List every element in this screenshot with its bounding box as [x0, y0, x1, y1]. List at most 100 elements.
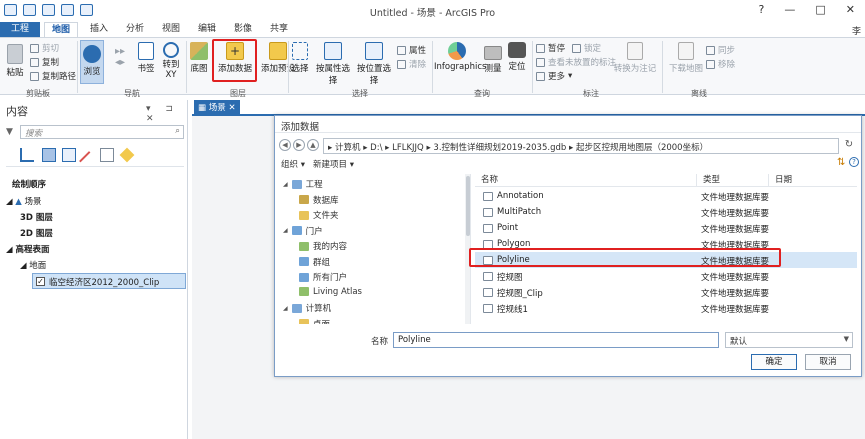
copy-button[interactable]: 复制: [30, 56, 59, 68]
download-map-button[interactable]: 下载地图: [666, 42, 706, 74]
convert-annotation-button[interactable]: 转换为注记: [612, 42, 658, 74]
search-icon[interactable]: ⌕: [175, 126, 180, 136]
sync-button[interactable]: 同步: [706, 44, 735, 56]
list-by-selection-icon[interactable]: [62, 148, 76, 162]
remove-offline-button[interactable]: 移除: [706, 58, 735, 70]
tab-scene-view[interactable]: ▦ 场景 ✕: [194, 100, 240, 114]
tab-share[interactable]: 共享: [264, 22, 294, 37]
file-row[interactable]: 控规线1 文件地理数据库要: [475, 300, 857, 316]
explore-button[interactable]: 浏览: [80, 40, 104, 84]
filter-dropdown[interactable]: 默认 ▼: [725, 332, 853, 348]
nav-item[interactable]: 我的内容: [299, 240, 347, 252]
contents-search-input[interactable]: 搜索 ⌕: [20, 125, 184, 139]
column-header-date[interactable]: 日期: [769, 174, 857, 187]
tab-imagery[interactable]: 影像: [228, 22, 258, 37]
basemap-button[interactable]: 底图: [188, 42, 210, 74]
tab-map[interactable]: 地图: [44, 22, 78, 37]
contents-pane-controls[interactable]: ▾ ⊐ ✕: [146, 104, 187, 124]
nav-item[interactable]: 桌面: [299, 318, 330, 324]
goto-xy-button[interactable]: 转到 XY: [160, 42, 182, 80]
expand-icon[interactable]: ◢: [283, 181, 288, 188]
list-by-snapping-icon[interactable]: [100, 148, 114, 162]
nav-item[interactable]: 群组: [299, 256, 330, 268]
select-button[interactable]: 选择: [290, 42, 310, 74]
filter-icon[interactable]: ▼: [6, 127, 13, 137]
measure-button[interactable]: 测量: [482, 42, 504, 74]
help-button[interactable]: ?: [759, 3, 765, 16]
nav-item[interactable]: ◢ 工程: [283, 178, 323, 190]
group-separator: [662, 41, 663, 93]
view-unplaced-button[interactable]: 查看未放置的标注: [536, 56, 616, 68]
cut-button[interactable]: 剪切: [30, 42, 59, 54]
breadcrumb-folder[interactable]: LFLKJJQ: [392, 143, 424, 153]
close-button[interactable]: ✕: [846, 3, 855, 16]
nav-item[interactable]: ◢ 门户: [283, 225, 323, 237]
breadcrumb-dataset[interactable]: 起步区控规用地图层（2000坐标）: [576, 143, 708, 153]
tree-item-scene[interactable]: ◢ ▲ 场景: [6, 195, 42, 207]
maximize-button[interactable]: □: [815, 3, 825, 16]
more-labels-button[interactable]: 更多 ▾: [536, 70, 572, 82]
nav-item[interactable]: 所有门户: [299, 271, 347, 283]
list-by-editing-icon[interactable]: [79, 151, 99, 171]
nav-item[interactable]: 文件夹: [299, 209, 339, 221]
list-by-drawing-order-icon[interactable]: [20, 148, 34, 162]
tab-analysis[interactable]: 分析: [120, 22, 150, 37]
bookmarks-button[interactable]: 书签: [135, 42, 157, 74]
list-by-labeling-icon[interactable]: [119, 147, 135, 163]
up-button[interactable]: ▲: [307, 139, 319, 151]
nav-item[interactable]: ◢ 计算机: [283, 302, 331, 314]
file-row[interactable]: MultiPatch 文件地理数据库要: [475, 204, 857, 220]
user-name[interactable]: 李: [852, 24, 861, 37]
file-row[interactable]: 控规图_Clip 文件地理数据库要: [475, 284, 857, 300]
breadcrumb-computer[interactable]: 计算机: [335, 143, 361, 153]
clear-selection-button[interactable]: 清除: [397, 58, 426, 70]
copy-path-button[interactable]: 复制路径: [30, 70, 76, 82]
more-icon: [536, 71, 545, 81]
help-icon[interactable]: ?: [849, 157, 859, 167]
nav-item[interactable]: Living Atlas: [299, 287, 362, 297]
list-by-source-icon[interactable]: [42, 148, 56, 162]
attributes-button[interactable]: 属性: [397, 44, 426, 56]
path-breadcrumb[interactable]: ▸ 计算机 ▸ D:\ ▸ LFLKJJQ ▸ 3.控制性详细规划2019-20…: [323, 138, 839, 154]
layer-item-clip[interactable]: ✓ 临空经济区2012_2000_Clip: [32, 273, 186, 289]
column-header-type[interactable]: 类型: [697, 174, 769, 187]
layer-visibility-checkbox[interactable]: ✓: [36, 277, 45, 286]
breadcrumb-drive[interactable]: D:\: [370, 143, 382, 153]
close-tab-icon[interactable]: ✕: [228, 103, 235, 113]
file-row[interactable]: Annotation 文件地理数据库要: [475, 188, 857, 204]
column-header-name[interactable]: 名称: [475, 174, 697, 187]
expand-icon[interactable]: ◢: [283, 227, 288, 234]
minimize-button[interactable]: —: [784, 3, 795, 16]
name-input[interactable]: Polyline: [393, 332, 719, 348]
select-by-attributes-button[interactable]: 按属性选择: [312, 42, 354, 86]
tree-item-2d-layers[interactable]: 2D 图层: [20, 227, 53, 239]
file-row[interactable]: 控规图 文件地理数据库要: [475, 268, 857, 284]
nav-item[interactable]: 数据库: [299, 194, 339, 206]
forward-button[interactable]: ▶: [293, 139, 305, 151]
tree-item-elevation-surfaces[interactable]: ◢ 高程表面: [6, 243, 50, 255]
zoom-controls[interactable]: ▸▸ ◂▸: [107, 46, 133, 70]
lock-labels-button[interactable]: 锁定: [572, 42, 601, 54]
infographics-button[interactable]: Infographics: [434, 42, 486, 72]
tree-item-3d-layers[interactable]: 3D 图层: [20, 211, 53, 223]
ok-button[interactable]: 确定: [751, 354, 797, 370]
refresh-icon[interactable]: ↻: [843, 139, 855, 151]
sort-icon[interactable]: ⇅: [837, 157, 845, 168]
organize-menu[interactable]: 组织 ▾: [281, 158, 305, 170]
scrollbar-thumb[interactable]: [466, 176, 470, 236]
locate-button[interactable]: 定位: [506, 42, 528, 72]
tab-edit[interactable]: 编辑: [192, 22, 222, 37]
pause-labels-button[interactable]: 暂停: [536, 42, 565, 54]
tab-view[interactable]: 视图: [156, 22, 186, 37]
file-row[interactable]: Point 文件地理数据库要: [475, 220, 857, 236]
new-item-menu[interactable]: 新建项目 ▾: [313, 158, 354, 170]
paste-button[interactable]: 粘贴: [4, 44, 26, 78]
tab-project[interactable]: 工程: [0, 22, 40, 37]
select-by-location-button[interactable]: 按位置选择: [353, 42, 395, 86]
tree-item-ground[interactable]: ◢ 地面: [20, 259, 46, 271]
tab-insert[interactable]: 插入: [84, 22, 114, 37]
expand-icon[interactable]: ◢: [283, 305, 288, 312]
back-button[interactable]: ◀: [279, 139, 291, 151]
breadcrumb-gdb[interactable]: 3.控制性详细规划2019-2035.gdb: [433, 143, 566, 153]
cancel-button[interactable]: 取消: [805, 354, 851, 370]
